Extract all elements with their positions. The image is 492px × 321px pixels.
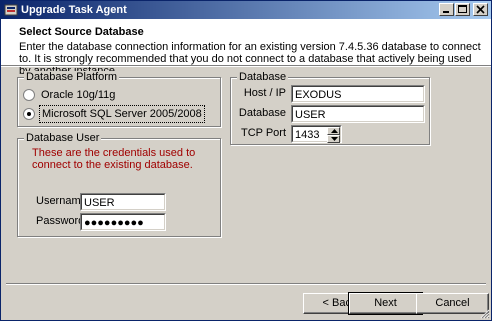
- host-value: EXODUS: [295, 89, 342, 101]
- username-field[interactable]: USER: [80, 193, 166, 211]
- platform-group: Database Platform Oracle 10g/11g Microso…: [17, 71, 221, 127]
- database-group: Database Host / IP EXODUS Database USER …: [230, 71, 430, 145]
- database-field[interactable]: USER: [291, 105, 425, 123]
- wizard-header: Select Source Database Enter the databas…: [1, 19, 491, 77]
- app-icon: [4, 3, 18, 17]
- close-icon: [476, 5, 485, 14]
- minimize-button[interactable]: [439, 3, 454, 16]
- close-button[interactable]: [473, 3, 488, 16]
- port-value: 1433: [295, 129, 320, 141]
- port-down-button[interactable]: [327, 135, 340, 143]
- password-field[interactable]: ●●●●●●●●●: [80, 213, 166, 231]
- port-spinner: [327, 127, 340, 143]
- arrow-up-icon: [331, 129, 338, 133]
- page-title: Select Source Database: [19, 26, 144, 38]
- database-label: Database: [238, 107, 286, 119]
- database-value: USER: [295, 109, 326, 121]
- password-value: ●●●●●●●●●: [84, 217, 144, 229]
- password-label: Password: [36, 215, 85, 227]
- header-divider: [1, 65, 491, 67]
- arrow-down-icon: [331, 137, 338, 141]
- host-label: Host / IP: [243, 87, 286, 99]
- user-group: Database User These are the credentials …: [17, 132, 221, 237]
- window-title: Upgrade Task Agent: [21, 4, 127, 16]
- port-up-button[interactable]: [327, 127, 340, 135]
- resize-grip-icon[interactable]: [478, 307, 490, 319]
- credentials-note: These are the credentials used to connec…: [32, 147, 196, 171]
- host-field[interactable]: EXODUS: [291, 85, 425, 103]
- minimize-icon: [443, 11, 449, 13]
- maximize-icon: [458, 5, 467, 13]
- maximize-button[interactable]: [455, 3, 470, 16]
- user-legend: Database User: [24, 132, 102, 144]
- radio-checked-icon: [23, 108, 35, 120]
- database-legend: Database: [237, 71, 289, 83]
- wizard-window: Upgrade Task Agent Select Source Databas…: [0, 0, 492, 321]
- radio-unchecked-icon: [23, 89, 35, 101]
- radio-sqlserver-label: Microsoft SQL Server 2005/2008: [39, 105, 205, 123]
- title-bar[interactable]: Upgrade Task Agent: [1, 1, 491, 19]
- port-stepper[interactable]: 1433: [291, 125, 342, 143]
- username-value: USER: [84, 197, 115, 209]
- platform-legend: Database Platform: [24, 71, 120, 83]
- radio-oracle-label: Oracle 10g/11g: [41, 89, 116, 101]
- footer-divider: [6, 283, 486, 285]
- port-label: TCP Port: [240, 127, 286, 139]
- next-button[interactable]: Next: [348, 292, 423, 315]
